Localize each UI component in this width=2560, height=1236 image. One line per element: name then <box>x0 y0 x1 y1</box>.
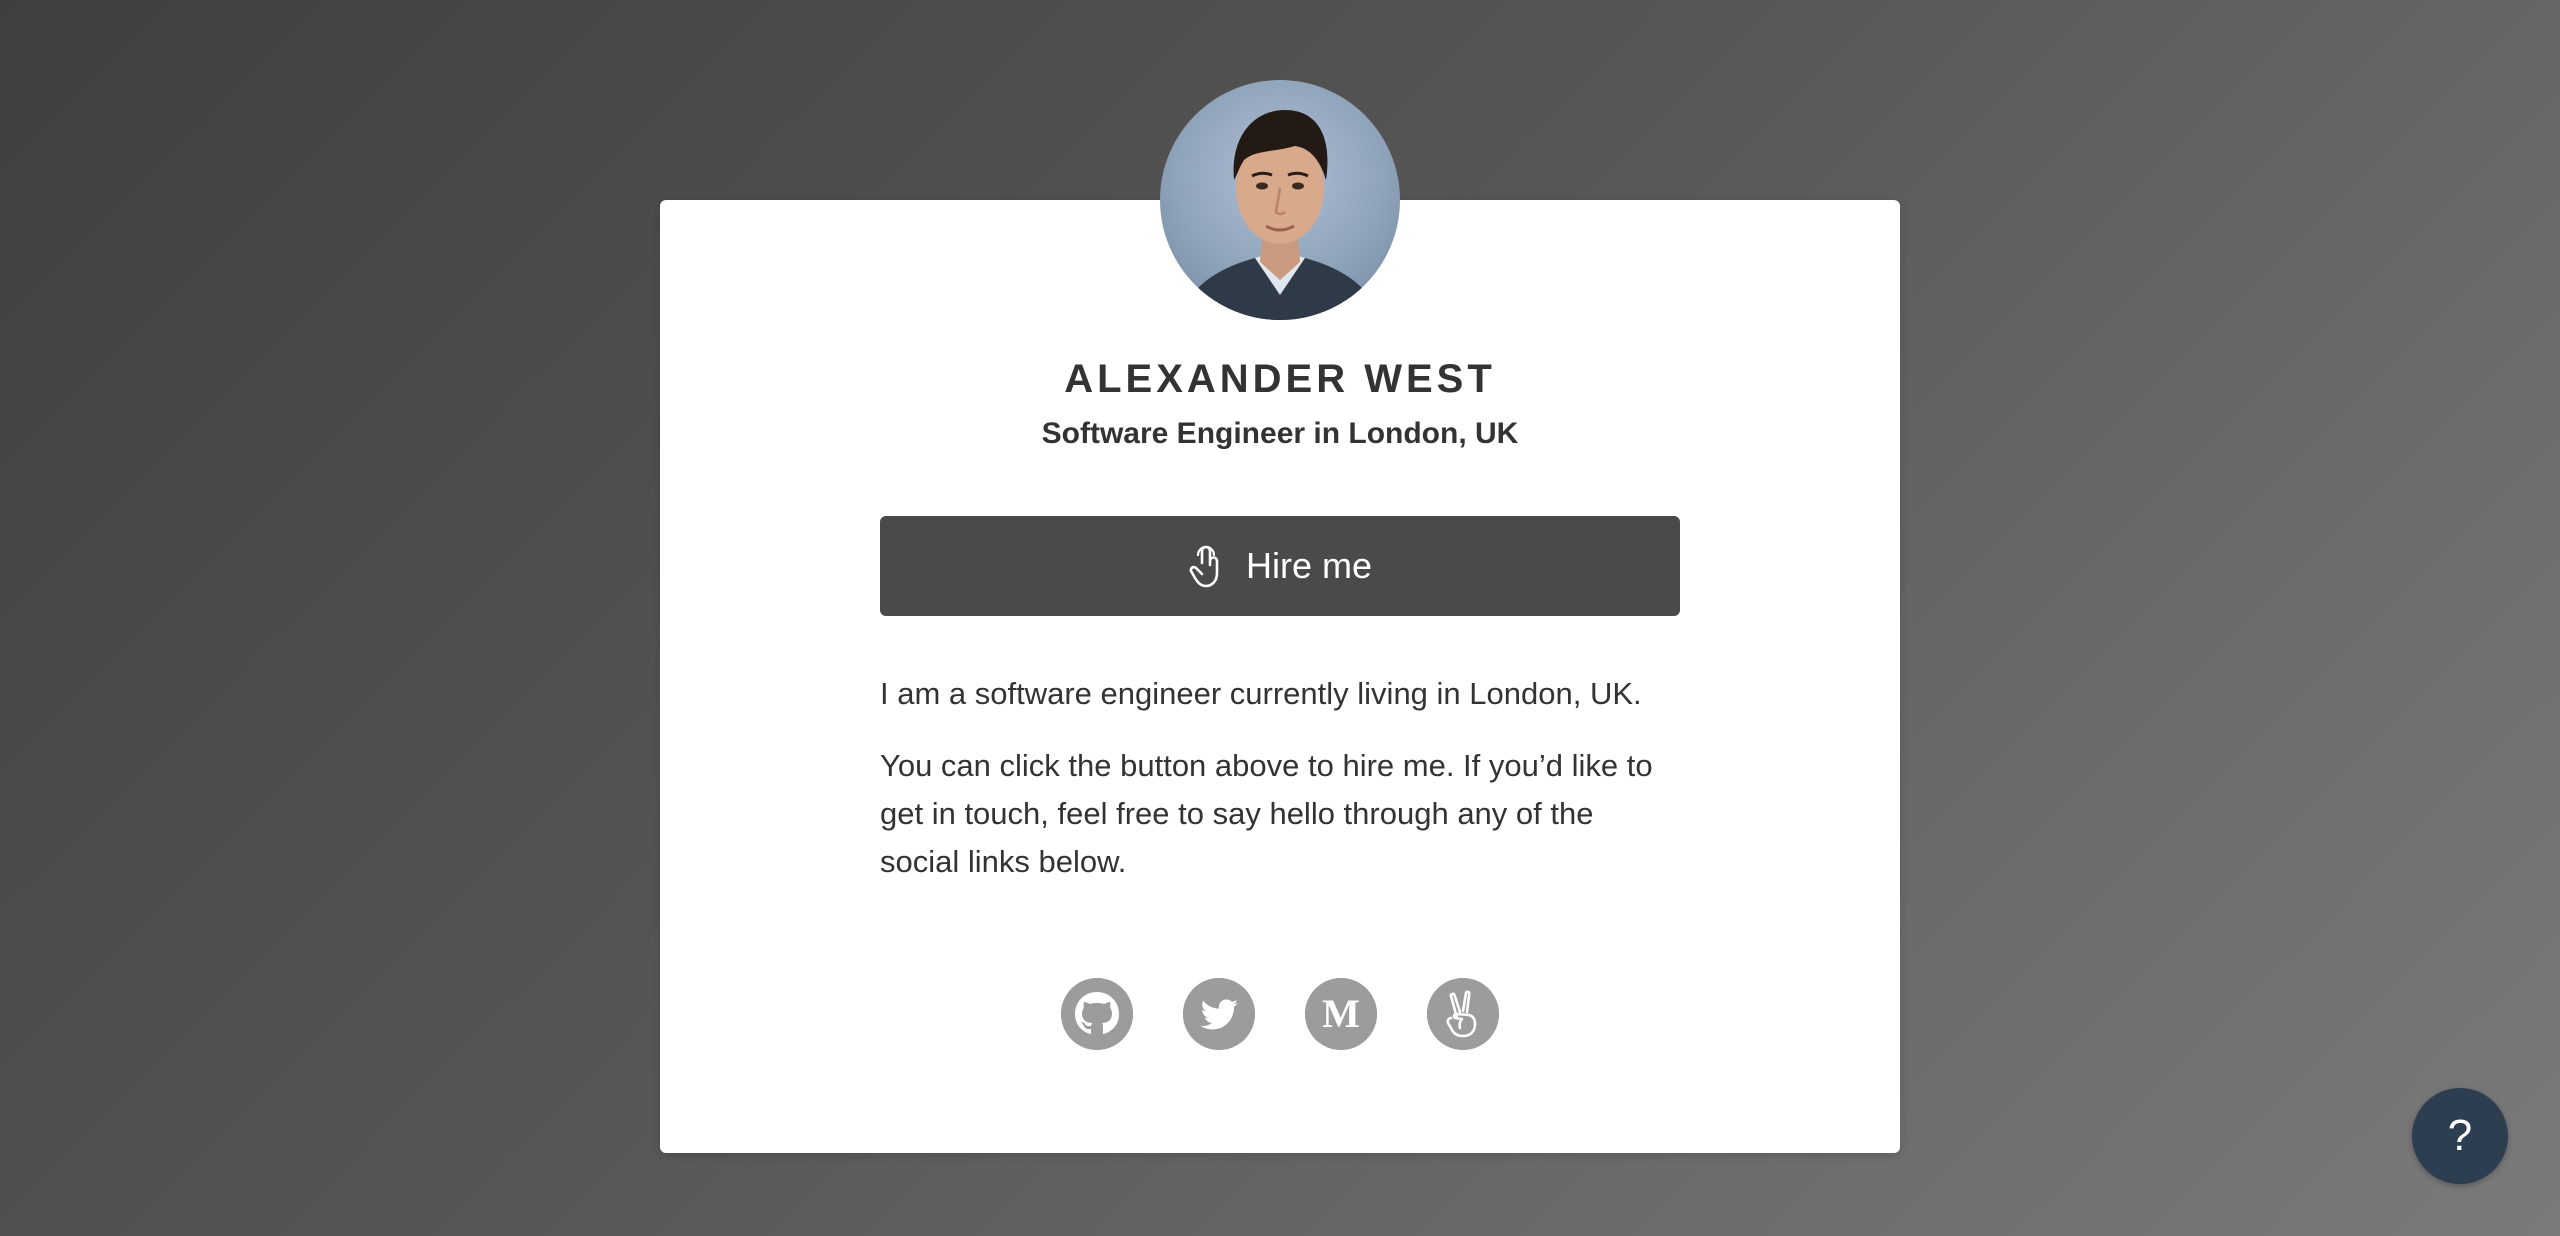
angellist-link[interactable] <box>1427 978 1499 1050</box>
help-question-icon: ? <box>2447 1111 2473 1160</box>
profile-name: ALEXANDER WEST <box>1064 357 1496 401</box>
social-links: M <box>660 978 1900 1050</box>
hire-me-button[interactable]: Hire me <box>880 516 1680 616</box>
twitter-icon <box>1183 978 1255 1050</box>
twitter-link[interactable] <box>1183 978 1255 1050</box>
angellist-icon <box>1427 978 1499 1050</box>
profile-avatar <box>1160 80 1400 320</box>
hire-me-label: Hire me <box>1245 545 1373 586</box>
bio-section: I am a software engineer currently livin… <box>880 670 1680 910</box>
bio-paragraph: You can click the button above to hire m… <box>880 748 1653 879</box>
profile-photo-icon <box>1180 110 1380 320</box>
medium-link[interactable]: M <box>1305 978 1377 1050</box>
profile-card: ALEXANDER WEST Software Engineer in Lond… <box>660 200 1900 1153</box>
pointer-hand-icon <box>1189 545 1219 588</box>
svg-text:M: M <box>1322 991 1360 1036</box>
profile-subtitle: Software Engineer in London, UK <box>1041 417 1519 450</box>
github-link[interactable] <box>1061 978 1133 1050</box>
bio-paragraph: I am a software engineer currently livin… <box>880 676 1642 711</box>
github-icon <box>1061 978 1133 1050</box>
help-button[interactable]: ? <box>2412 1088 2508 1184</box>
medium-icon: M <box>1305 978 1377 1050</box>
